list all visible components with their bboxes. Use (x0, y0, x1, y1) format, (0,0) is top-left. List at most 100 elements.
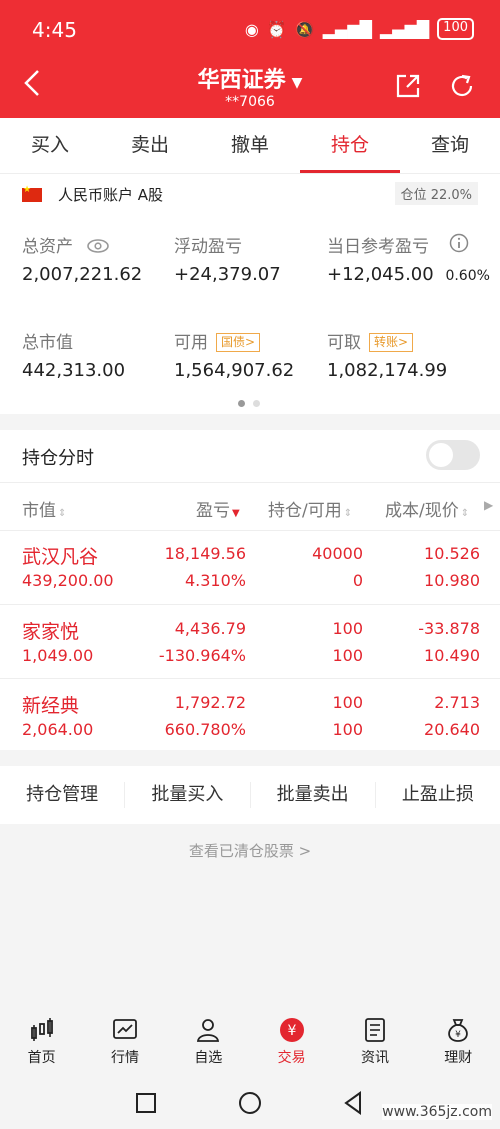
transfer-tag[interactable]: 转账> (369, 333, 414, 352)
col-cost-price[interactable]: 成本/现价 ⇕ (385, 496, 469, 521)
account-summary-card: 人民币账户 A股 仓位 22.0% 总资产 2,007,221.62 浮动盈亏 … (0, 174, 500, 414)
position-management-button[interactable]: 持仓管理 (0, 782, 126, 808)
svg-text:¥: ¥ (287, 1023, 296, 1039)
col-market-value[interactable]: 市值 ⇕ (22, 496, 66, 521)
sort-icon: ⇕ (460, 508, 470, 519)
day-pnl-percent: 0.60% (445, 268, 490, 284)
take-profit-stop-loss-button[interactable]: 止盈止损 (376, 782, 500, 808)
stock-position: 100 (332, 619, 363, 638)
tab-sell[interactable]: 卖出 (100, 118, 200, 173)
stock-pnl-pct: -130.964% (158, 646, 246, 665)
col-pnl-text: 盈亏 (196, 501, 230, 521)
toggle-knob (429, 443, 453, 467)
sort-icon: ⇕ (58, 508, 67, 519)
available-label: 可用 国债> (174, 328, 261, 353)
info-icon[interactable] (449, 233, 469, 253)
batch-buy-button[interactable]: 批量买入 (125, 782, 251, 808)
signal-icon: ▂▄▆█ (322, 19, 372, 39)
nav-wealth-label: 理财 (444, 1050, 473, 1066)
sort-desc-icon: ▼ (232, 508, 240, 519)
available-value: 1,564,907.62 (174, 360, 295, 381)
day-pnl-amount: +12,045.00 (327, 264, 434, 285)
broker-title[interactable]: 华西证券 ▼ (0, 62, 500, 94)
recent-apps-icon[interactable] (135, 1092, 157, 1114)
market-value-label: 总市值 (22, 333, 73, 353)
stock-position: 40000 (312, 544, 363, 563)
view-cleared-stocks-link[interactable]: 查看已清仓股票 > (0, 840, 500, 861)
withdrawable-label: 可取 转账> (327, 328, 414, 353)
stock-name: 武汉凡谷 (22, 546, 99, 568)
tab-cancel[interactable]: 撤单 (200, 118, 300, 173)
mute-icon: 🔕 (294, 19, 315, 39)
china-flag-icon (22, 185, 42, 202)
day-pnl-label-text: 当日参考盈亏 (327, 237, 429, 257)
col-position[interactable]: 持仓/可用 ⇕ (268, 496, 352, 521)
withdrawable-value: 1,082,174.99 (327, 360, 448, 381)
col-pnl[interactable]: 盈亏 ▼ (196, 496, 240, 521)
stock-cost: 2.713 (434, 693, 480, 712)
page-dot-1 (238, 400, 245, 407)
day-pnl-value: +12,045.00 0.60% (327, 264, 490, 285)
holdings-intraday-label: 持仓分时 (22, 448, 94, 469)
holdings-intraday-toggle[interactable] (426, 440, 480, 470)
yuan-coin-icon: ¥ (279, 1018, 304, 1042)
status-icons: ◉ ⏰ 🔕 ▂▄▆█ ▂▄▆█ 100 (245, 18, 474, 40)
tab-positions[interactable]: 持仓 (300, 118, 400, 173)
stock-pnl-pct: 4.310% (184, 571, 246, 590)
dropdown-arrow-icon: ▼ (291, 75, 303, 91)
holdings-action-bar: 持仓管理 批量买入 批量卖出 止盈止损 (0, 766, 500, 824)
nav-news[interactable]: 资讯 (333, 1010, 416, 1072)
withdrawable-label-text: 可取 (327, 333, 361, 353)
total-assets-label: 总资产 (22, 232, 110, 257)
nav-trade[interactable]: ¥ 交易 (250, 1010, 333, 1072)
app-header: 4:45 ◉ ⏰ 🔕 ▂▄▆█ ▂▄▆█ 100 华西证券 ▼ **7066 (0, 0, 500, 118)
stock-market-value: 2,064.00 (22, 720, 94, 739)
sort-icon: ⇕ (343, 508, 353, 519)
trade-tabs: 买入 卖出 撤单 持仓 查询 (0, 118, 500, 174)
stock-market-value: 1,049.00 (22, 646, 94, 665)
float-pnl-value: +24,379.07 (174, 264, 281, 285)
stock-available: 0 (352, 571, 363, 590)
col-position-text: 持仓/可用 (268, 501, 342, 521)
status-time: 4:45 (32, 18, 77, 42)
nav-market-label: 行情 (110, 1050, 139, 1066)
nav-news-label: 资讯 (360, 1050, 389, 1066)
account-number: **7066 (225, 94, 275, 110)
home-circle-icon[interactable] (238, 1091, 262, 1115)
share-icon[interactable] (394, 72, 422, 100)
available-label-text: 可用 (174, 333, 208, 353)
batch-sell-button[interactable]: 批量卖出 (251, 782, 376, 808)
eye-icon[interactable] (86, 238, 110, 254)
stock-pnl: 4,436.79 (174, 619, 246, 638)
stock-available: 100 (332, 646, 363, 665)
holdings-section: 持仓分时 市值 ⇕ 盈亏 ▼ 持仓/可用 ⇕ 成本/现价 ⇕ ▶ 武汉凡谷 439,20… (0, 430, 500, 750)
svg-text:¥: ¥ (455, 1030, 461, 1040)
candlestick-icon (30, 1018, 53, 1041)
nav-trade-label: 交易 (277, 1050, 306, 1066)
nav-wealth[interactable]: ¥ 理财 (417, 1010, 500, 1072)
nav-watchlist[interactable]: 自选 (167, 1010, 250, 1072)
eye-icon: ◉ (244, 19, 259, 39)
stock-available: 100 (332, 720, 363, 739)
nav-home[interactable]: 首页 (0, 1010, 83, 1072)
nav-home-label: 首页 (27, 1050, 56, 1066)
tab-query[interactable]: 查询 (400, 118, 500, 173)
stock-cost: -33.878 (418, 619, 480, 638)
back-triangle-icon[interactable] (342, 1091, 364, 1115)
stock-name: 新经典 (22, 695, 80, 717)
account-selector[interactable]: 人民币账户 A股 (22, 184, 163, 205)
stock-pnl-pct: 660.780% (164, 720, 246, 739)
tab-buy[interactable]: 买入 (0, 118, 100, 173)
page-dot-2 (253, 400, 260, 407)
stock-price: 10.980 (424, 571, 480, 590)
nav-market[interactable]: 行情 (83, 1010, 166, 1072)
total-assets-label-text: 总资产 (22, 237, 73, 257)
scroll-right-icon[interactable]: ▶ (484, 498, 493, 512)
divider (0, 530, 500, 531)
refresh-icon[interactable] (448, 72, 476, 100)
treasury-bond-tag[interactable]: 国债> (216, 333, 261, 352)
day-pnl-label: 当日参考盈亏 (327, 232, 429, 257)
market-value-value: 442,313.00 (22, 360, 126, 381)
bottom-nav: 首页 行情 自选 ¥ 交易 资讯 ¥ 理财 (0, 1010, 500, 1072)
stock-price: 20.640 (424, 720, 480, 739)
